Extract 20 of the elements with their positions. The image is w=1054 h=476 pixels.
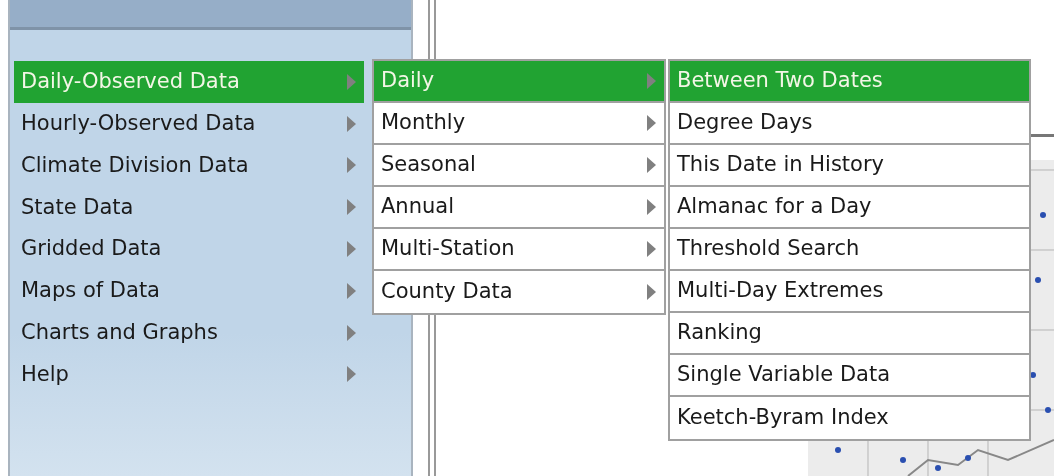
menu-item[interactable]: Single Variable Data	[670, 355, 1029, 397]
menu-item[interactable]: Degree Days	[670, 103, 1029, 145]
menu-item[interactable]: This Date in History	[670, 145, 1029, 187]
menu-item[interactable]: Hourly-Observed Data	[14, 102, 364, 145]
menu-item[interactable]: Charts and Graphs	[14, 311, 364, 354]
menu-item[interactable]: County Data	[374, 271, 664, 313]
menu-item[interactable]: Help	[14, 353, 364, 396]
menu-item[interactable]: Annual	[374, 187, 664, 229]
menu-item[interactable]: Almanac for a Day	[670, 187, 1029, 229]
menu-item[interactable]: Multi-Station	[374, 229, 664, 271]
menu-item[interactable]: Ranking	[670, 313, 1029, 355]
menu-item[interactable]: Multi-Day Extremes	[670, 271, 1029, 313]
menu-item[interactable]: Monthly	[374, 103, 664, 145]
menu-item[interactable]: Threshold Search	[670, 229, 1029, 271]
menu-item[interactable]: Maps of Data	[14, 270, 364, 312]
menu-item[interactable]: Gridded Data	[14, 228, 364, 270]
menu-item[interactable]: Seasonal	[374, 145, 664, 187]
menu-item[interactable]: Climate Division Data	[14, 144, 364, 187]
menu-item[interactable]: State Data	[14, 186, 364, 229]
menu-item[interactable]: Keetch-Byram Index	[670, 397, 1029, 439]
